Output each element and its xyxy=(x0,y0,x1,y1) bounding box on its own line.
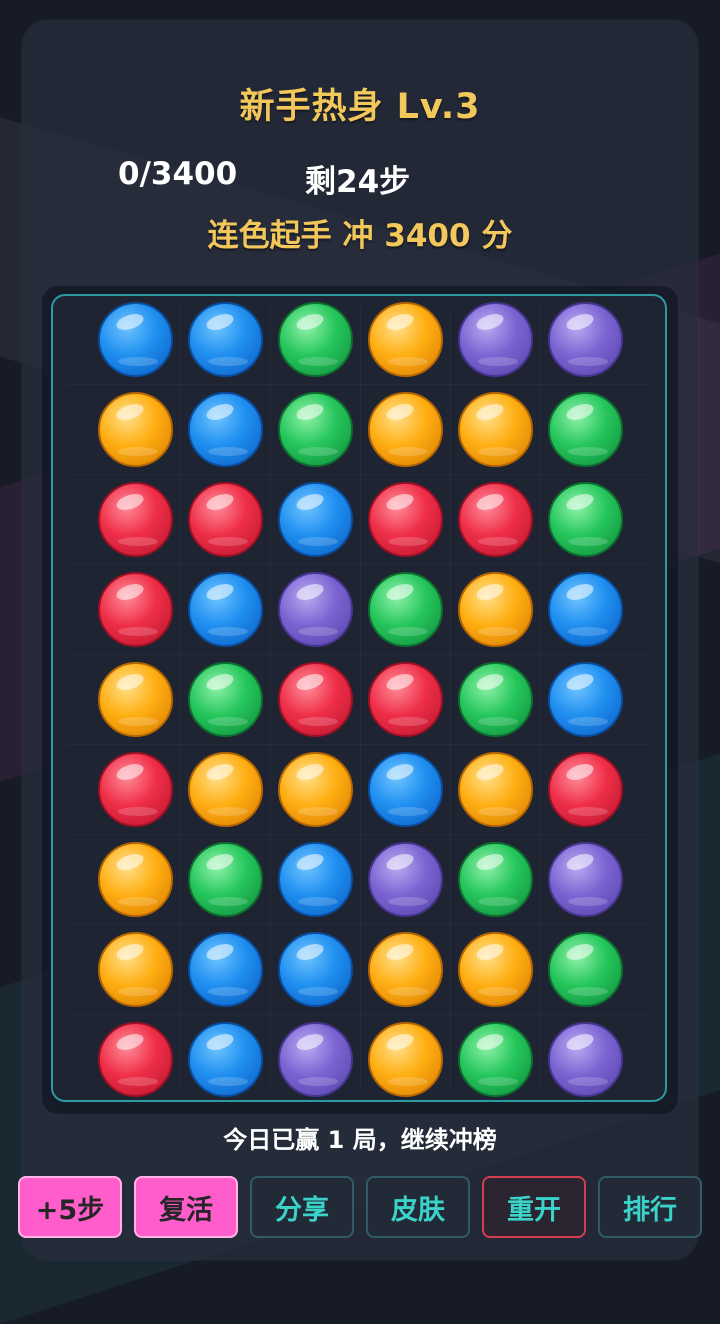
grid-line xyxy=(540,306,541,1092)
green-ball[interactable] xyxy=(188,842,263,917)
blue-ball[interactable] xyxy=(278,842,353,917)
green-ball[interactable] xyxy=(188,662,263,737)
blue-ball[interactable] xyxy=(278,932,353,1007)
level-goal: 连色起手 冲 3400 分 xyxy=(207,218,513,254)
green-ball[interactable] xyxy=(278,302,353,377)
orange-ball[interactable] xyxy=(458,392,533,467)
grid-line xyxy=(67,924,651,925)
grid-line xyxy=(67,834,651,835)
red-ball[interactable] xyxy=(368,662,443,737)
grid-line xyxy=(67,744,651,745)
purple-ball[interactable] xyxy=(548,302,623,377)
red-ball[interactable] xyxy=(98,572,173,647)
blue-ball[interactable] xyxy=(548,662,623,737)
blue-ball[interactable] xyxy=(188,392,263,467)
steps-remaining: 剩24步 xyxy=(305,164,411,200)
red-ball[interactable] xyxy=(458,482,533,557)
green-ball[interactable] xyxy=(458,1022,533,1097)
orange-ball[interactable] xyxy=(98,842,173,917)
red-ball[interactable] xyxy=(98,1022,173,1097)
grid-line xyxy=(67,564,651,565)
blue-ball[interactable] xyxy=(188,572,263,647)
orange-ball[interactable] xyxy=(368,392,443,467)
orange-ball[interactable] xyxy=(98,662,173,737)
purple-ball[interactable] xyxy=(368,842,443,917)
orange-ball[interactable] xyxy=(368,932,443,1007)
skin-button[interactable]: 皮肤 xyxy=(366,1176,470,1238)
orange-ball[interactable] xyxy=(278,752,353,827)
revive-button[interactable]: 复活 xyxy=(134,1176,238,1238)
blue-ball[interactable] xyxy=(98,302,173,377)
blue-ball[interactable] xyxy=(188,302,263,377)
purple-ball[interactable] xyxy=(278,1022,353,1097)
rank-button[interactable]: 排行 xyxy=(598,1176,702,1238)
green-ball[interactable] xyxy=(278,392,353,467)
orange-ball[interactable] xyxy=(458,932,533,1007)
orange-ball[interactable] xyxy=(368,302,443,377)
orange-ball[interactable] xyxy=(368,1022,443,1097)
share-button[interactable]: 分享 xyxy=(250,1176,354,1238)
blue-ball[interactable] xyxy=(188,1022,263,1097)
green-ball[interactable] xyxy=(458,662,533,737)
blue-ball[interactable] xyxy=(368,752,443,827)
blue-ball[interactable] xyxy=(278,482,353,557)
orange-ball[interactable] xyxy=(188,752,263,827)
red-ball[interactable] xyxy=(548,752,623,827)
purple-ball[interactable] xyxy=(458,302,533,377)
green-ball[interactable] xyxy=(458,842,533,917)
grid-line xyxy=(67,654,651,655)
add-steps-button[interactable]: +5步 xyxy=(18,1176,122,1238)
grid-line xyxy=(270,306,271,1092)
blue-ball[interactable] xyxy=(188,932,263,1007)
grid-line xyxy=(67,384,651,385)
grid-line xyxy=(450,306,451,1092)
level-title: 新手热身 Lv.3 xyxy=(239,87,481,127)
red-ball[interactable] xyxy=(278,662,353,737)
green-ball[interactable] xyxy=(368,572,443,647)
orange-ball[interactable] xyxy=(98,392,173,467)
red-ball[interactable] xyxy=(98,482,173,557)
orange-ball[interactable] xyxy=(458,572,533,647)
game-board xyxy=(51,294,667,1102)
purple-ball[interactable] xyxy=(548,1022,623,1097)
green-ball[interactable] xyxy=(548,482,623,557)
red-ball[interactable] xyxy=(98,752,173,827)
status-message: 今日已赢 1 局，继续冲榜 xyxy=(223,1126,497,1154)
green-ball[interactable] xyxy=(548,932,623,1007)
grid-line xyxy=(67,1014,651,1015)
green-ball[interactable] xyxy=(548,392,623,467)
red-ball[interactable] xyxy=(188,482,263,557)
grid-line xyxy=(67,474,651,475)
grid-line xyxy=(180,306,181,1092)
blue-ball[interactable] xyxy=(548,572,623,647)
restart-button[interactable]: 重开 xyxy=(482,1176,586,1238)
red-ball[interactable] xyxy=(368,482,443,557)
score-counter: 0/3400 xyxy=(118,156,238,192)
purple-ball[interactable] xyxy=(548,842,623,917)
orange-ball[interactable] xyxy=(98,932,173,1007)
orange-ball[interactable] xyxy=(458,752,533,827)
purple-ball[interactable] xyxy=(278,572,353,647)
grid-line xyxy=(360,306,361,1092)
